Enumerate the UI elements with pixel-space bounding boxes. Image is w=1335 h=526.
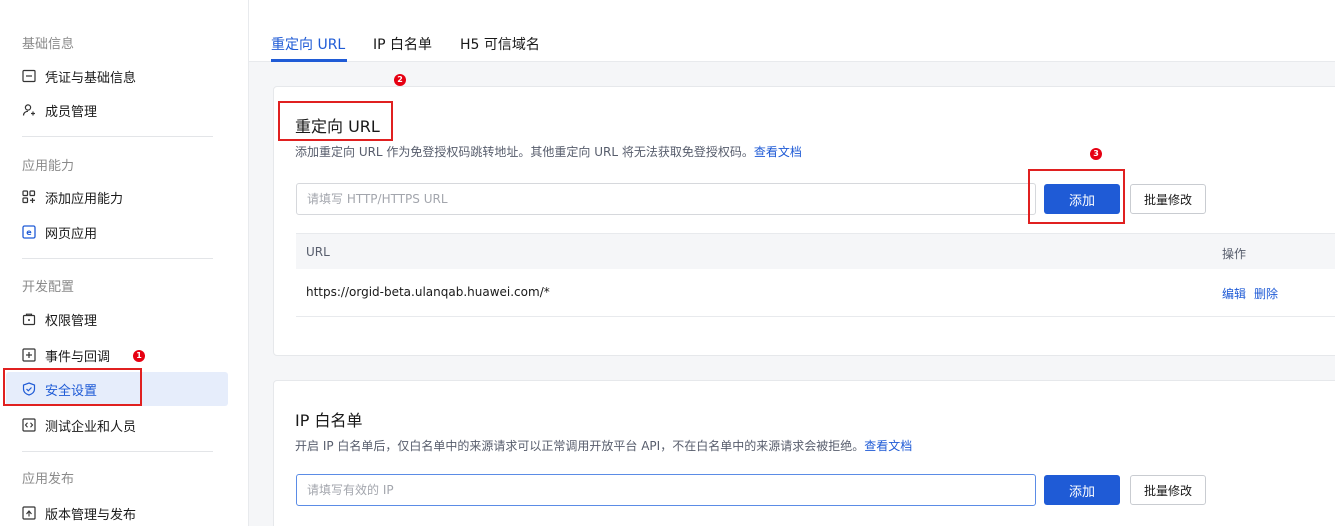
sidebar-group-release: 应用发布	[22, 472, 75, 487]
redirect-url-description: 添加重定向 URL 作为免登授权码跳转地址。其他重定向 URL 将无法获取免登授…	[295, 143, 802, 160]
batch-edit-button[interactable]: 批量修改	[1130, 184, 1206, 214]
sidebar-item-label: 测试企业和人员	[45, 419, 137, 435]
sidebar-item-version-release[interactable]: 版本管理与发布	[6, 496, 228, 526]
sidebar-group-capability: 应用能力	[22, 159, 75, 174]
sidebar-item-label: 成员管理	[45, 104, 98, 120]
column-header-url: URL	[306, 245, 330, 259]
svg-text:e: e	[26, 228, 32, 237]
version-upload-icon	[22, 506, 36, 520]
highlight-box-add-button	[1028, 169, 1125, 224]
app-grid-add-icon	[22, 190, 36, 204]
highlight-box-redirect-title	[278, 101, 393, 141]
permission-icon	[22, 312, 36, 326]
test-code-icon	[22, 418, 36, 432]
annotation-badge-2: 2	[394, 74, 406, 86]
ip-whitelist-description: 开启 IP 白名单后，仅白名单中的来源请求可以正常调用开放平台 API，不在白名…	[295, 437, 912, 454]
credential-icon	[22, 69, 36, 83]
sidebar-item-members[interactable]: 成员管理	[6, 93, 228, 127]
web-app-icon: e	[22, 225, 36, 239]
tab-ip-whitelist[interactable]: IP 白名单	[373, 34, 432, 54]
sidebar-group-basic: 基础信息	[22, 37, 75, 52]
sidebar-item-test-org[interactable]: 测试企业和人员	[6, 408, 228, 442]
ip-whitelist-card: IP 白名单 开启 IP 白名单后，仅白名单中的来源请求可以正常调用开放平台 A…	[273, 380, 1335, 526]
view-docs-link[interactable]: 查看文档	[754, 145, 802, 159]
active-tab-indicator	[271, 59, 347, 62]
sidebar-divider	[22, 451, 213, 452]
batch-edit-button[interactable]: 批量修改	[1130, 475, 1206, 505]
sidebar-group-dev-config: 开发配置	[22, 280, 75, 295]
highlight-box-security	[3, 368, 142, 406]
redirect-url-card: 重定向 URL 添加重定向 URL 作为免登授权码跳转地址。其他重定向 URL …	[273, 86, 1335, 356]
sidebar-item-web-app[interactable]: e 网页应用	[6, 215, 228, 249]
redirect-url-value: https://orgid-beta.ulanqab.huawei.com/*	[306, 285, 550, 299]
delete-link[interactable]: 删除	[1254, 285, 1278, 302]
view-docs-link[interactable]: 查看文档	[864, 439, 912, 453]
column-header-actions: 操作	[1222, 247, 1247, 261]
add-ip-button[interactable]: 添加	[1044, 475, 1120, 505]
table-row: https://orgid-beta.ulanqab.huawei.com/* …	[296, 269, 1335, 317]
event-callback-icon	[22, 348, 36, 362]
annotation-badge-3: 3	[1090, 148, 1102, 160]
sidebar-item-label: 网页应用	[45, 226, 98, 242]
sidebar-item-label: 添加应用能力	[45, 191, 124, 207]
main-content: 重定向 URL IP 白名单 H5 可信域名 重定向 URL 添加重定向 URL…	[249, 0, 1335, 526]
description-text: 添加重定向 URL 作为免登授权码跳转地址。其他重定向 URL 将无法获取免登授…	[295, 145, 754, 159]
redirect-url-input[interactable]	[296, 183, 1036, 215]
sidebar-item-permission[interactable]: 权限管理	[6, 302, 228, 336]
sidebar-divider	[22, 136, 213, 137]
sidebar-item-credentials[interactable]: 凭证与基础信息	[6, 59, 228, 93]
ip-input[interactable]	[296, 474, 1036, 506]
sidebar-item-label: 凭证与基础信息	[45, 70, 137, 86]
ip-whitelist-title: IP 白名单	[295, 411, 363, 430]
table-header: URL 操作	[296, 233, 1335, 269]
sidebar-item-label: 事件与回调	[45, 349, 111, 365]
sidebar-item-label: 权限管理	[45, 313, 98, 329]
sidebar: 基础信息 凭证与基础信息 成员管理 应用能力 添加应用能力 e 网页应用 开发配…	[0, 0, 240, 526]
edit-link[interactable]: 编辑	[1222, 285, 1246, 302]
annotation-badge-1: 1	[133, 350, 145, 362]
sidebar-item-label: 版本管理与发布	[45, 507, 137, 523]
member-add-icon	[22, 103, 36, 117]
sidebar-item-event-callback[interactable]: 事件与回调	[6, 338, 228, 372]
sidebar-divider	[22, 258, 213, 259]
sidebar-item-add-capability[interactable]: 添加应用能力	[6, 180, 228, 214]
tab-redirect-url[interactable]: 重定向 URL	[271, 34, 345, 54]
tab-bar: 重定向 URL IP 白名单 H5 可信域名	[249, 0, 1335, 62]
tab-h5-trusted-domain[interactable]: H5 可信域名	[460, 34, 540, 54]
description-text: 开启 IP 白名单后，仅白名单中的来源请求可以正常调用开放平台 API，不在白名…	[295, 439, 865, 453]
